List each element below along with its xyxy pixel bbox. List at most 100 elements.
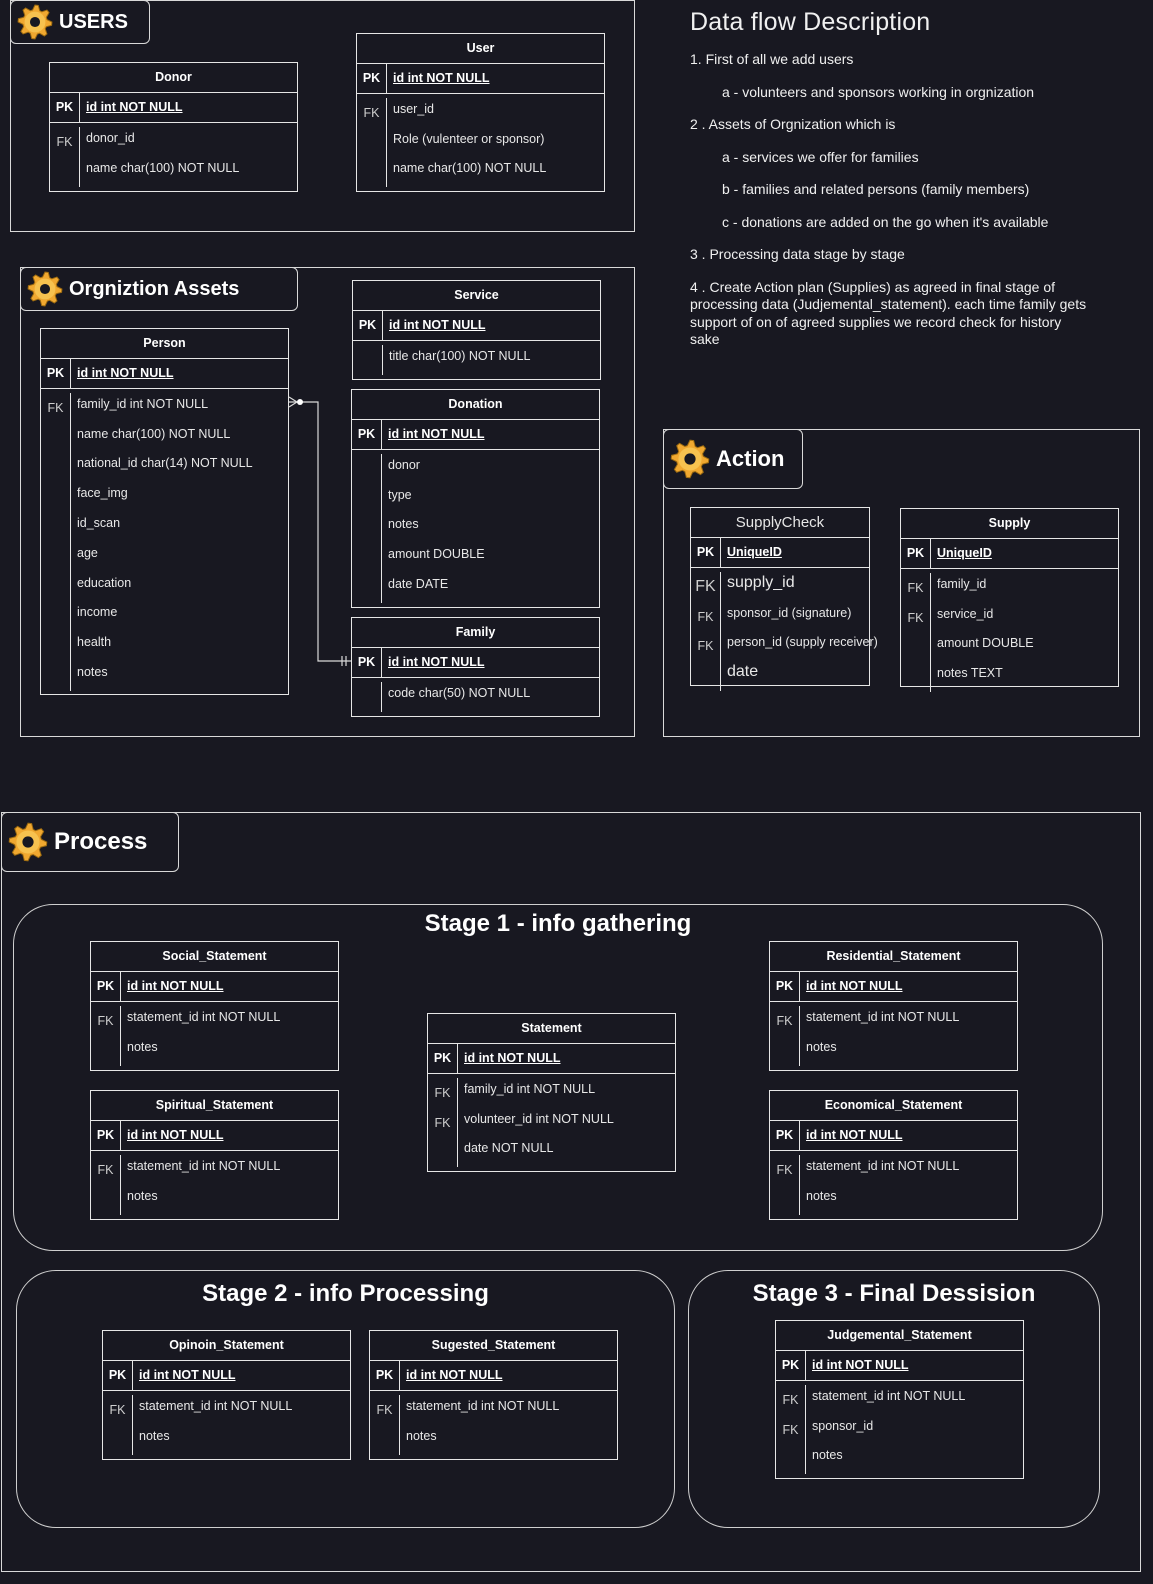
- pk-field: id int NOT NULL: [812, 1358, 909, 1372]
- key-cell: [691, 661, 720, 691]
- field-cell: statement_id int NOT NULL: [806, 1009, 960, 1024]
- primary-key-row: PK id int NOT NULL: [103, 1361, 350, 1391]
- field-cell: code char(50) NOT NULL: [388, 685, 531, 700]
- field-cell: volunteer_id int NOT NULL: [464, 1111, 614, 1126]
- table-statement[interactable]: Statement PK id int NOT NULL FK FK family_id …: [427, 1013, 676, 1172]
- gear-icon: [17, 4, 53, 40]
- pk-label: PK: [91, 972, 121, 1001]
- key-column: FK: [770, 1155, 800, 1215]
- key-cell: FK: [782, 1392, 799, 1407]
- key-cell: [901, 633, 930, 663]
- field-cell: type: [388, 487, 412, 502]
- table-user[interactable]: User PK id int NOT NULL FK user_id Role (vule…: [356, 33, 605, 192]
- table-header: Sugested_Statement: [370, 1331, 617, 1361]
- key-cell: [370, 1425, 399, 1455]
- description-line: c - donations are added on the go when i…: [722, 213, 1049, 230]
- table-family[interactable]: Family PK id int NOT NULL code char(50) NOT…: [351, 617, 600, 717]
- field-column: family_id int NOT NULL volunteer_id int N…: [458, 1074, 675, 1171]
- pk-label: PK: [357, 64, 387, 93]
- pk-field: id int NOT NULL: [393, 71, 490, 85]
- table-body: FK family_id int NOT NULL name char(100) N…: [41, 389, 288, 695]
- users-group-title[interactable]: USERS: [10, 0, 150, 44]
- table-header: Spiritual_Statement: [91, 1091, 338, 1121]
- field-column: statement_id int NOT NULL notes: [800, 1151, 1017, 1219]
- field-cell: income: [77, 605, 118, 620]
- table-body: FK statement_id int NOT NULL notes: [770, 1002, 1017, 1070]
- table-judgemental-statement[interactable]: Judgemental_Statement PK id int NOT NULL FK…: [775, 1320, 1024, 1479]
- table-header: Service: [353, 281, 600, 311]
- stage-2-title: Stage 2 - info Processing: [202, 1280, 489, 1307]
- key-cell: [353, 345, 382, 375]
- table-social-statement[interactable]: Social_Statement PK id int NOT NULL FK state…: [90, 941, 339, 1071]
- table-person[interactable]: Person PK id int NOT NULL FK family_id int N…: [40, 328, 289, 695]
- pk-label: PK: [428, 1044, 458, 1073]
- table-supply[interactable]: Supply PK UniqueID FK FK family_id service_id a…: [900, 508, 1119, 693]
- key-cell: [352, 543, 381, 573]
- field-cell: sponsor_id (signature): [727, 605, 852, 620]
- key-cell: [352, 484, 381, 514]
- table-supplycheck[interactable]: SupplyCheck PK UniqueID FK FK FK supply_id spon…: [690, 507, 878, 692]
- table-header: Residential_Statement: [770, 942, 1017, 972]
- key-cell: [41, 602, 70, 632]
- table-header: Statement: [428, 1014, 675, 1044]
- table-donation[interactable]: Donation PK id int NOT NULL donor type notes a…: [351, 389, 600, 608]
- field-cell: notes: [77, 665, 108, 680]
- table-donor[interactable]: Donor PK id int NOT NULL FK donor_id name cha…: [49, 62, 298, 192]
- pk-field: id int NOT NULL: [406, 1368, 503, 1382]
- key-cell: FK: [697, 609, 714, 624]
- key-cell: FK: [776, 1013, 793, 1028]
- pk-field: id int NOT NULL: [806, 1128, 903, 1142]
- table-body: FK FK FK supply_id sponsor_id (signature) per…: [691, 568, 878, 695]
- field-cell: date: [727, 663, 759, 681]
- key-column: [353, 345, 383, 375]
- primary-key-row: PK id int NOT NULL: [50, 93, 297, 123]
- table-body: FK statement_id int NOT NULL notes: [770, 1151, 1017, 1219]
- field-cell: name char(100) NOT NULL: [393, 161, 547, 176]
- primary-key-row: PK id int NOT NULL: [428, 1044, 675, 1074]
- primary-key-row: PK id int NOT NULL: [770, 1121, 1017, 1151]
- pk-field: id int NOT NULL: [127, 979, 224, 993]
- field-cell: national_id char(14) NOT NULL: [77, 456, 253, 471]
- action-group-title[interactable]: Action: [663, 429, 803, 489]
- pk-label: PK: [901, 539, 931, 568]
- key-cell: FK: [97, 1013, 114, 1028]
- field-cell: notes: [806, 1039, 837, 1054]
- primary-key-row: PK id int NOT NULL: [776, 1351, 1023, 1381]
- pk-label: PK: [50, 93, 80, 122]
- field-column: code char(50) NOT NULL: [382, 678, 599, 716]
- key-cell: FK: [47, 400, 64, 415]
- key-cell: [352, 573, 381, 603]
- key-column: FK: [370, 1395, 400, 1455]
- field-column: supply_id sponsor_id (signature) person_id…: [721, 568, 878, 695]
- key-cell: FK: [434, 1115, 451, 1130]
- process-group-title[interactable]: Process: [1, 812, 179, 872]
- table-header: Person: [41, 329, 288, 359]
- key-cell: FK: [363, 105, 380, 120]
- field-column: statement_id int NOT NULL notes: [121, 1151, 338, 1219]
- pk-label: PK: [103, 1361, 133, 1390]
- key-cell: FK: [97, 1162, 114, 1177]
- field-cell: age: [77, 545, 98, 560]
- table-residential-statement[interactable]: Residential_Statement PK id int NOT NULL FK…: [769, 941, 1018, 1071]
- pk-field: id int NOT NULL: [77, 366, 174, 380]
- field-column: title char(100) NOT NULL: [383, 341, 600, 379]
- field-cell: notes: [127, 1188, 158, 1203]
- table-economical-statement[interactable]: Economical_Statement PK id int NOT NULL FK s…: [769, 1090, 1018, 1220]
- table-service[interactable]: Service PK id int NOT NULL title char(100) …: [352, 280, 601, 380]
- table-body: title char(100) NOT NULL: [353, 341, 600, 379]
- table-spiritual-statement[interactable]: Spiritual_Statement PK id int NOT NULL FK st…: [90, 1090, 339, 1220]
- field-cell: name char(100) NOT NULL: [77, 426, 231, 441]
- key-column: FK: [91, 1155, 121, 1215]
- table-opinion-statement[interactable]: Opinoin_Statement PK id int NOT NULL FK stat…: [102, 1330, 351, 1460]
- field-column: donor_id name char(100) NOT NULL: [80, 123, 297, 191]
- description-line: 4 . Create Action plan (Supplies) as agr…: [690, 278, 1087, 348]
- assets-group-title[interactable]: Orgniztion Assets: [20, 267, 298, 311]
- key-cell: [352, 454, 381, 484]
- field-cell: date DATE: [388, 577, 449, 592]
- table-suggested-statement[interactable]: Sugested_Statement PK id int NOT NULL FK sta…: [369, 1330, 618, 1460]
- field-cell: statement_id int NOT NULL: [139, 1398, 293, 1413]
- key-cell: FK: [56, 134, 73, 149]
- primary-key-row: PK id int NOT NULL: [352, 420, 599, 450]
- pk-label: PK: [352, 420, 382, 449]
- field-cell: notes: [388, 517, 419, 532]
